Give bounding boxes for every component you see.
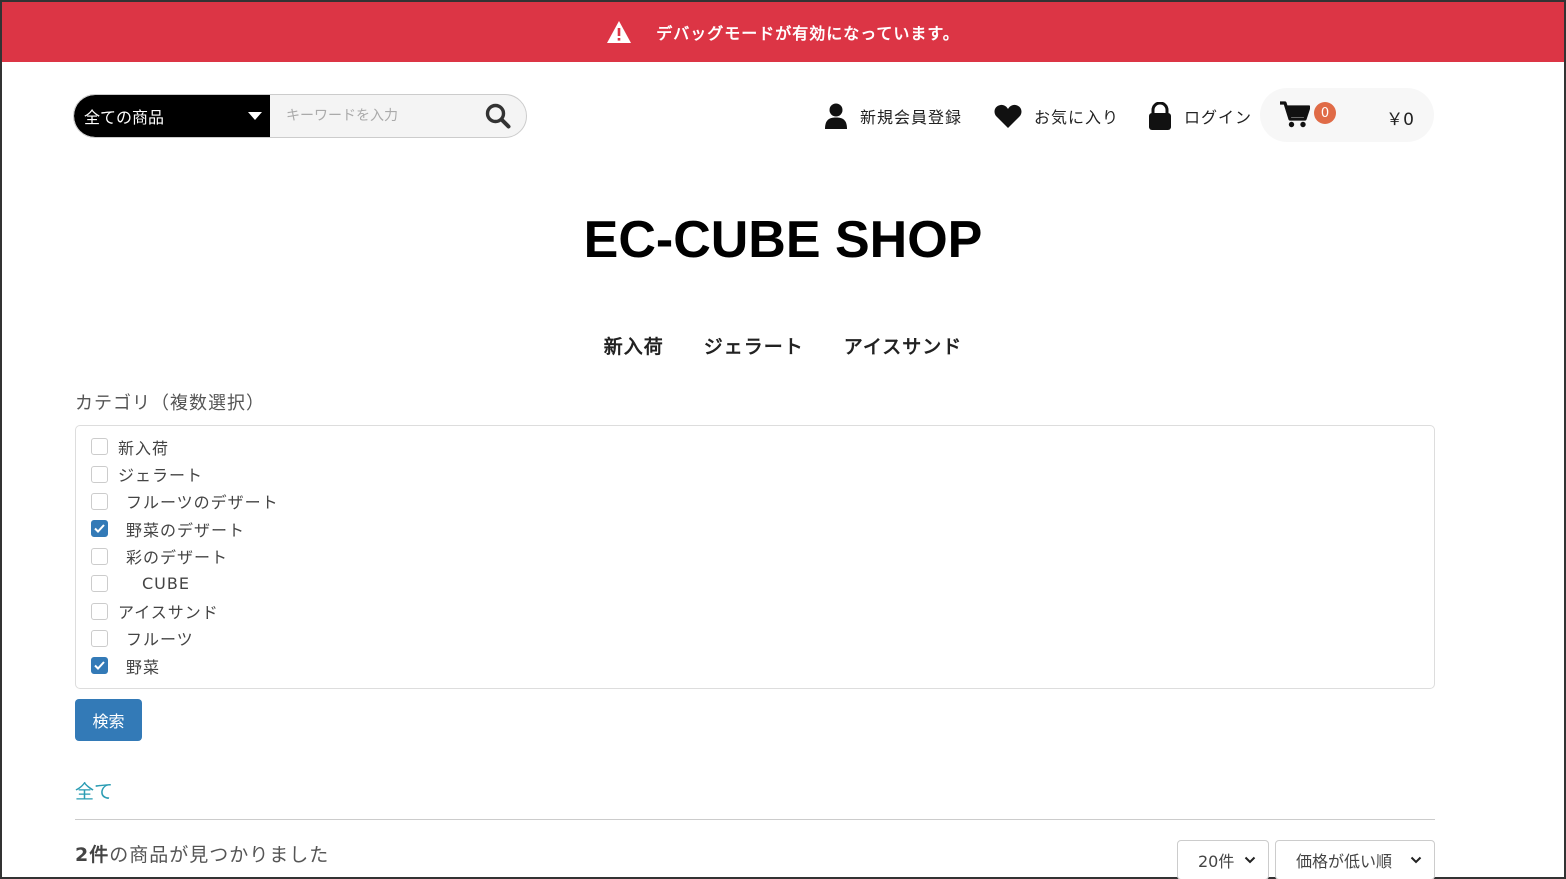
main-nav-item[interactable]: 新入荷: [604, 332, 664, 359]
category-filter-panel: 新入荷 ジェラート フルーツのデザート 野菜のデザート 彩のデザート CUBE …: [75, 425, 1435, 689]
category-option-label: ジェラート: [118, 466, 204, 486]
cart-button[interactable]: 0 ￥0: [1260, 88, 1434, 142]
category-option[interactable]: 新入荷: [76, 433, 1434, 460]
checkbox[interactable]: [91, 657, 108, 675]
category-option[interactable]: 野菜のデザート: [76, 515, 1434, 542]
main-nav-item[interactable]: ジェラート: [704, 332, 804, 359]
check-icon: [94, 661, 105, 671]
category-option[interactable]: 野菜: [76, 652, 1434, 679]
checkbox[interactable]: [91, 575, 108, 593]
result-suffix: の商品が見つかりました: [109, 844, 330, 866]
category-option-label: 野菜: [126, 657, 161, 677]
login-link[interactable]: ログイン: [1148, 100, 1252, 132]
category-select-value: 全ての商品: [84, 108, 165, 127]
checkbox[interactable]: [91, 602, 108, 620]
cart-count-badge: 0: [1314, 102, 1336, 124]
category-select[interactable]: 全ての商品: [74, 95, 270, 137]
result-count: 2件: [75, 844, 110, 866]
category-option[interactable]: ジェラート: [76, 460, 1434, 487]
cart-total: ￥0: [1386, 110, 1414, 130]
checkbox[interactable]: [91, 492, 108, 510]
heart-icon: [994, 104, 1022, 128]
category-option-label: 新入荷: [118, 438, 170, 458]
shop-title[interactable]: EC-CUBE SHOP: [2, 210, 1564, 270]
user-icon: [825, 103, 847, 129]
login-label: ログイン: [1184, 108, 1253, 127]
category-option-label: 彩のデザート: [126, 548, 229, 568]
sort-value: 価格が低い順: [1296, 852, 1393, 871]
main-nav: 新入荷 ジェラート アイスサンド: [2, 332, 1564, 359]
main-nav-item[interactable]: アイスサンド: [844, 332, 962, 359]
search-submit-button[interactable]: [470, 95, 526, 137]
page-size-select[interactable]: 20件: [1177, 840, 1269, 879]
category-option-label: CUBE: [142, 574, 190, 594]
page-size-value: 20件: [1198, 852, 1235, 871]
category-option[interactable]: 彩のデザート: [76, 543, 1434, 570]
category-option-label: フルーツ: [126, 630, 194, 650]
debug-banner: デバッグモードが有効になっています。: [2, 2, 1564, 62]
search-icon: [485, 103, 511, 129]
checkbox[interactable]: [91, 547, 108, 565]
checkbox[interactable]: [91, 629, 108, 647]
register-link[interactable]: 新規会員登録: [824, 100, 962, 132]
check-icon: [94, 524, 105, 534]
category-option[interactable]: アイスサンド: [76, 597, 1434, 624]
checkbox[interactable]: [91, 438, 108, 456]
result-count-text: 2件の商品が見つかりました: [75, 840, 329, 867]
favorites-label: お気に入り: [1034, 108, 1120, 127]
keyword-input[interactable]: [270, 95, 470, 137]
category-option[interactable]: フルーツのデザート: [76, 488, 1434, 515]
sort-select[interactable]: 価格が低い順: [1275, 840, 1435, 879]
checkbox[interactable]: [91, 520, 108, 538]
search-box: 全ての商品: [73, 94, 527, 138]
warning-icon: [607, 21, 632, 43]
register-label: 新規会員登録: [860, 108, 963, 127]
search-button[interactable]: 検索: [75, 699, 142, 741]
category-option[interactable]: CUBE: [76, 570, 1434, 597]
breadcrumb-all-link[interactable]: 全て: [75, 777, 113, 804]
chevron-down-icon: [1410, 856, 1422, 864]
favorites-link[interactable]: お気に入り: [994, 100, 1119, 132]
caret-down-icon: [248, 112, 262, 120]
category-option-label: 野菜のデザート: [126, 520, 246, 540]
category-filter-label: カテゴリ（複数選択）: [75, 393, 265, 414]
cart-icon: [1280, 101, 1310, 128]
debug-banner-text: デバッグモードが有効になっています。: [656, 24, 960, 43]
category-option-label: フルーツのデザート: [126, 493, 279, 513]
checkbox[interactable]: [91, 465, 108, 483]
lock-icon: [1149, 102, 1171, 130]
chevron-down-icon: [1244, 856, 1256, 864]
category-option[interactable]: フルーツ: [76, 625, 1434, 652]
category-option-label: アイスサンド: [118, 603, 219, 623]
divider: [75, 819, 1435, 820]
